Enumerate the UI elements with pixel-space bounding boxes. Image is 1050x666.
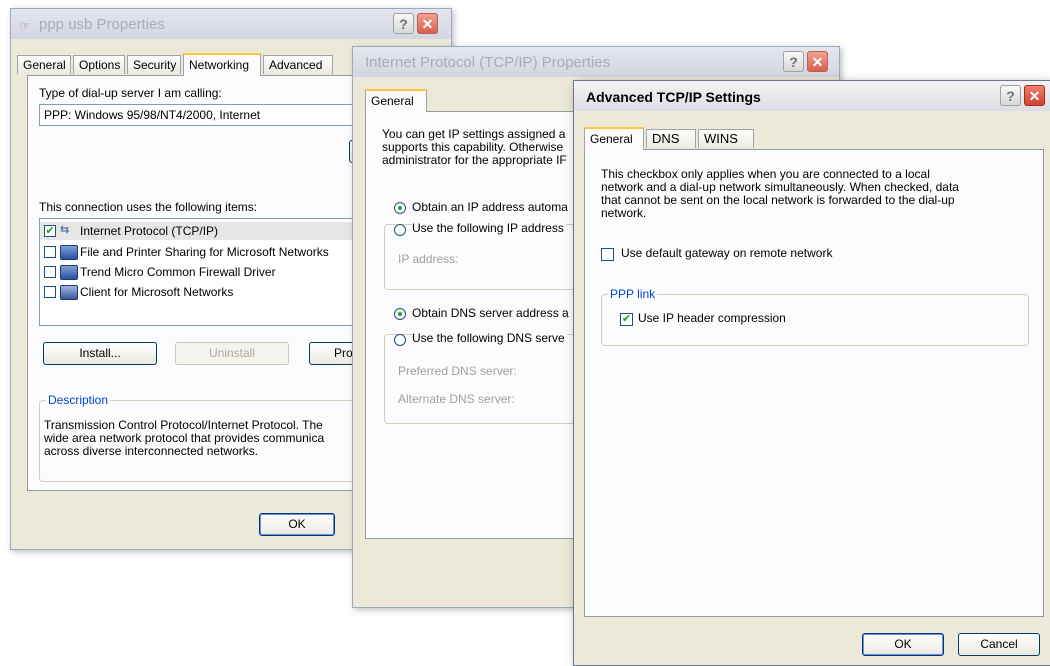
auto-ip-label[interactable]: Obtain an IP address automa	[412, 200, 568, 214]
default-gateway-checkbox[interactable]	[601, 248, 614, 261]
info-line: that cannot be sent on the local network…	[601, 193, 955, 207]
network-service-icon	[60, 265, 78, 280]
window-title: Advanced TCP/IP Settings	[586, 89, 761, 105]
uninstall-button[interactable]: Uninstall	[175, 342, 289, 365]
tab-dns[interactable]: DNS	[646, 129, 696, 148]
window-title: ppp usb Properties	[39, 16, 165, 33]
tab-strip: General	[365, 89, 445, 112]
list-item-label: Client for Microsoft Networks	[80, 285, 234, 299]
auto-ip-radio[interactable]	[394, 202, 406, 214]
advanced-tcpip-window: Advanced TCP/IP Settings ? ✕ General DNS…	[573, 80, 1050, 666]
window-title: Internet Protocol (TCP/IP) Properties	[365, 54, 611, 71]
manual-dns-label[interactable]: Use the following DNS serve	[412, 331, 567, 345]
network-client-icon	[60, 285, 78, 300]
close-button[interactable]: ✕	[417, 13, 438, 34]
cancel-button[interactable]: Cancel	[958, 633, 1040, 656]
ip-header-compression-checkbox[interactable]: ✔	[620, 313, 633, 326]
preferred-dns-label: Preferred DNS server:	[398, 364, 517, 378]
auto-dns-label[interactable]: Obtain DNS server address a	[412, 306, 569, 320]
tab-networking[interactable]: Networking	[183, 53, 261, 76]
info-line: network.	[601, 206, 647, 220]
list-item-label: Trend Micro Common Firewall Driver	[80, 265, 276, 279]
close-button[interactable]: ✕	[807, 51, 828, 72]
help-button[interactable]: ?	[783, 51, 804, 72]
help-button[interactable]: ?	[1000, 85, 1021, 106]
ok-button[interactable]: OK	[259, 513, 335, 536]
tab-options[interactable]: Options	[73, 55, 125, 74]
tab-general[interactable]: General	[584, 127, 644, 150]
description-legend: Description	[46, 393, 111, 407]
file-sharing-checkbox[interactable]	[44, 246, 56, 258]
alternate-dns-label: Alternate DNS server:	[398, 392, 515, 406]
manual-ip-label[interactable]: Use the following IP address	[412, 221, 566, 235]
ppp-link-group: PPP link ✔ Use IP header compression	[601, 287, 1029, 346]
tab-wins[interactable]: WINS	[698, 129, 754, 148]
network-service-icon	[60, 245, 78, 260]
dialup-icon: ☞	[19, 18, 31, 33]
auto-dns-radio[interactable]	[394, 308, 406, 320]
tab-strip: General DNS WINS	[584, 127, 784, 150]
ok-button[interactable]: OK	[862, 633, 944, 656]
items-label: This connection uses the following items…	[39, 200, 258, 214]
protocol-icon: ⇆	[60, 224, 70, 236]
default-gateway-label[interactable]: Use default gateway on remote network	[621, 246, 832, 260]
manual-ip-radio[interactable]	[394, 224, 406, 236]
manual-dns-radio[interactable]	[394, 334, 406, 346]
close-button[interactable]: ✕	[1024, 85, 1045, 106]
tcpip-checkbox[interactable]: ✔	[44, 225, 56, 237]
advanced-general-panel: This checkbox only applies when you are …	[584, 149, 1044, 617]
description-line: across diverse interconnected networks.	[44, 444, 259, 458]
tab-security[interactable]: Security	[127, 55, 181, 74]
tcpip-titlebar[interactable]: Internet Protocol (TCP/IP) Properties ? …	[353, 47, 839, 77]
list-item-label: Internet Protocol (TCP/IP)	[80, 224, 219, 238]
firewall-driver-checkbox[interactable]	[44, 266, 56, 278]
ppp-usb-titlebar[interactable]: ☞ ppp usb Properties ? ✕	[11, 9, 451, 39]
ppp-link-legend: PPP link	[608, 287, 658, 301]
tab-general[interactable]: General	[365, 89, 427, 112]
ip-header-compression-label[interactable]: Use IP header compression	[638, 311, 786, 325]
advanced-titlebar[interactable]: Advanced TCP/IP Settings ? ✕	[574, 81, 1050, 111]
tab-advanced[interactable]: Advanced	[263, 55, 333, 74]
install-button[interactable]: Install...	[43, 342, 157, 365]
tab-general[interactable]: General	[17, 55, 71, 74]
server-type-label: Type of dial-up server I am calling:	[39, 86, 222, 100]
intro-line: administrator for the appropriate IF	[382, 153, 567, 167]
list-item-label: File and Printer Sharing for Microsoft N…	[80, 245, 329, 259]
help-button[interactable]: ?	[393, 13, 414, 34]
ip-address-label: IP address:	[398, 252, 459, 266]
client-ms-checkbox[interactable]	[44, 286, 56, 298]
